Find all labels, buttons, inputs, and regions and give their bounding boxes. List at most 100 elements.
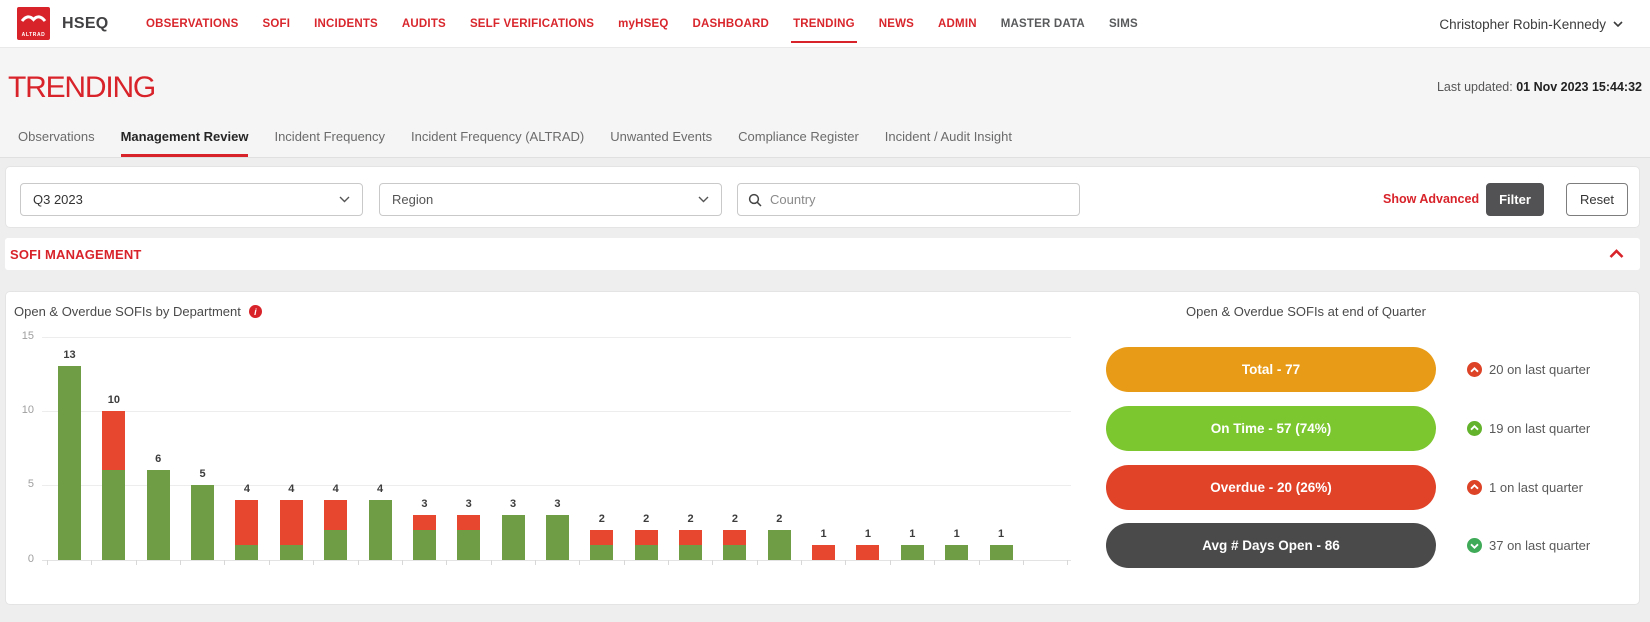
x-axis-tick xyxy=(1067,559,1069,565)
bar-segment-overdue xyxy=(457,514,481,530)
chevron-up-icon[interactable] xyxy=(1609,249,1624,259)
tab-incident-audit-insight[interactable]: Incident / Audit Insight xyxy=(885,129,1012,157)
bar-value-label: 3 xyxy=(510,497,517,510)
bar-segment-ontime xyxy=(58,366,81,560)
bar-value-label: 2 xyxy=(776,512,783,525)
x-axis-tick xyxy=(357,559,359,565)
x-axis-tick xyxy=(446,559,448,565)
last-updated-label: Last updated: xyxy=(1436,80,1513,94)
nav-item-admin[interactable]: ADMIN xyxy=(938,0,977,48)
bar-value-label: 4 xyxy=(376,483,384,496)
x-axis-tick xyxy=(579,559,581,565)
x-axis-tick xyxy=(756,559,758,565)
reset-button[interactable]: Reset xyxy=(1566,183,1628,216)
last-updated-value: 01 Nov 2023 15:44:32 xyxy=(1516,80,1642,94)
nav-items: OBSERVATIONS SOFI INCIDENTS AUDITS SELF VERI… xyxy=(146,0,1138,48)
x-axis-tick xyxy=(135,559,137,565)
x-axis-tick xyxy=(889,559,891,565)
bar-value-label: 2 xyxy=(643,512,650,525)
bar xyxy=(102,410,126,560)
quarter-select[interactable]: Q3 2023 xyxy=(20,183,363,216)
tab-observations[interactable]: Observations xyxy=(18,129,95,157)
delta-text: 1 on last quarter xyxy=(1489,479,1583,495)
x-axis-tick xyxy=(712,559,714,565)
bar-segment-overdue xyxy=(324,500,348,530)
summary-pill: Overdue - 20 (26%) xyxy=(1106,464,1436,510)
country-input[interactable] xyxy=(770,192,1050,207)
bar-segment-ontime xyxy=(634,544,658,560)
bar xyxy=(58,366,81,560)
gridline xyxy=(42,410,1071,412)
x-axis-tick xyxy=(801,559,803,565)
filter-button[interactable]: Filter xyxy=(1486,183,1544,216)
nav-item-self-verifications[interactable]: SELF VERIFICATIONS xyxy=(470,0,594,48)
x-axis-tick xyxy=(268,559,270,565)
page: ALTRAD HSEQ OBSERVATIONS SOFI INCIDENTS AUD… xyxy=(0,0,1650,622)
y-axis-label: 15 xyxy=(21,329,34,342)
nav-item-audits[interactable]: AUDITS xyxy=(402,0,446,48)
bar-segment-overdue xyxy=(812,544,836,560)
bar-value-label: 4 xyxy=(288,483,295,496)
nav-item-news[interactable]: NEWS xyxy=(879,0,914,48)
bar xyxy=(812,544,836,560)
bar-value-label: 4 xyxy=(332,483,339,496)
region-select[interactable]: Region xyxy=(379,183,722,216)
section-header-sofi-management[interactable]: SOFI MANAGEMENT xyxy=(5,238,1640,270)
bar xyxy=(945,544,969,560)
altrad-logo[interactable]: ALTRAD xyxy=(17,7,50,40)
bar xyxy=(368,500,392,560)
search-icon xyxy=(748,193,762,207)
bar xyxy=(501,514,525,560)
summary-pill: Avg # Days Open - 86 xyxy=(1106,523,1436,569)
tab-incident-frequency-altrad-[interactable]: Incident Frequency (ALTRAD) xyxy=(411,129,584,157)
nav-item-trending[interactable]: TRENDING xyxy=(791,0,857,48)
top-navbar: ALTRAD HSEQ OBSERVATIONS SOFI INCIDENTS AUD… xyxy=(0,0,1650,48)
tab-compliance-register[interactable]: Compliance Register xyxy=(738,129,859,157)
nav-item-master-data[interactable]: MASTER DATA xyxy=(1001,0,1085,48)
x-axis-tick xyxy=(668,559,670,565)
summary-pill: Total - 77 xyxy=(1106,347,1436,392)
show-advanced-link[interactable]: Show Advanced xyxy=(1383,192,1479,206)
bar xyxy=(634,529,658,560)
trend-down-icon xyxy=(1467,538,1482,554)
nav-item-incidents[interactable]: INCIDENTS xyxy=(314,0,378,48)
tab-unwanted-events[interactable]: Unwanted Events xyxy=(610,129,712,157)
bar-value-label: 3 xyxy=(421,497,428,510)
x-axis-tick xyxy=(978,559,980,565)
bar xyxy=(989,544,1013,560)
bar-segment-ontime xyxy=(767,529,791,560)
delta-text: 19 on last quarter xyxy=(1489,420,1591,436)
trend-up-icon xyxy=(1467,362,1482,377)
delta-text: 20 on last quarter xyxy=(1489,362,1591,377)
bar-segment-overdue xyxy=(279,500,303,545)
x-axis-tick xyxy=(180,559,182,565)
nav-item-sofi[interactable]: SOFI xyxy=(263,0,291,48)
x-axis-tick xyxy=(91,559,93,565)
country-search xyxy=(737,183,1080,216)
nav-item-dashboard[interactable]: DASHBOARD xyxy=(693,0,770,48)
nav-item-observations[interactable]: OBSERVATIONS xyxy=(146,0,239,48)
bar-segment-ontime xyxy=(102,470,126,560)
section-title: SOFI MANAGEMENT xyxy=(10,246,142,262)
bar-segment-overdue xyxy=(723,529,747,545)
filter-bar: Q3 2023 Region Show Advanced Filter Rese… xyxy=(5,166,1640,228)
tab-management-review[interactable]: Management Review xyxy=(120,129,249,157)
bar xyxy=(545,514,569,560)
bar-value-label: 6 xyxy=(155,453,162,466)
bar-value-label: 2 xyxy=(731,512,738,525)
bar-segment-overdue xyxy=(856,544,880,560)
bar-value-label: 13 xyxy=(63,349,76,362)
trend-up-icon xyxy=(1467,420,1482,436)
user-menu[interactable]: Christopher Robin-Kennedy xyxy=(1439,0,1623,48)
tab-incident-frequency[interactable]: Incident Frequency xyxy=(274,129,385,157)
bar-segment-ontime xyxy=(279,544,303,560)
nav-item-myhseq[interactable]: myHSEQ xyxy=(618,0,668,48)
nav-item-sims[interactable]: SIMS xyxy=(1109,0,1138,48)
region-value: Region xyxy=(392,192,434,207)
x-axis-tick xyxy=(845,559,847,565)
page-header: TRENDING Last updated: 01 Nov 2023 15:44… xyxy=(0,48,1650,158)
x-axis-tick xyxy=(224,559,226,565)
x-axis-tick xyxy=(490,559,492,565)
info-icon[interactable]: i xyxy=(248,305,262,318)
bar xyxy=(723,529,747,560)
